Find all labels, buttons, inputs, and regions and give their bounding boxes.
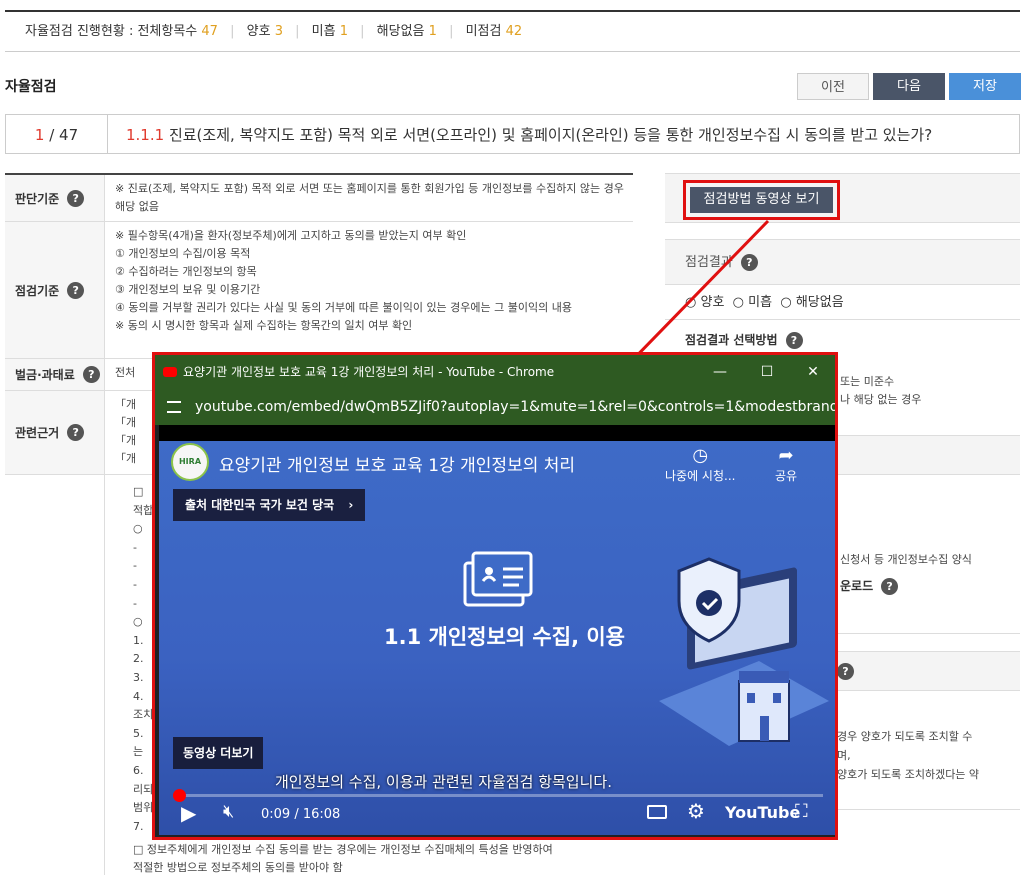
site-settings-icon[interactable] — [167, 401, 181, 413]
law-label: 관련근거 — [15, 426, 60, 440]
progress-status-bar: 자율점검 진행현황 : 전체항목수 47 | 양호 3 | 미흡 1 | 해당없… — [5, 12, 1020, 52]
bottom-line: 적절한 방법으로 정보주체의 동의를 받아야 함 — [133, 861, 343, 874]
total-count: 47 — [201, 24, 218, 39]
watch-later-button[interactable]: ◷ 나중에 시청... — [665, 445, 735, 484]
penalty-header: 벌금·과태료? — [5, 359, 105, 390]
check-line: ※ 동의 시 명시한 항목과 실제 수집하는 항목간의 일치 여부 확인 — [115, 319, 413, 332]
download-row[interactable]: 운로드? — [840, 577, 899, 595]
youtube-logo[interactable]: YouTube — [725, 803, 800, 822]
law-header: 관련근거? — [5, 391, 105, 474]
unchecked-count: 42 — [505, 24, 523, 39]
clock-icon: ◷ — [692, 445, 709, 466]
notice-line: 며, — [837, 749, 851, 762]
help-icon[interactable]: ? — [67, 424, 85, 441]
share-button[interactable]: ➦ 공유 — [775, 445, 797, 484]
question-total: / 47 — [49, 126, 79, 144]
url-text: youtube.com/embed/dwQmB5ZJif0?autoplay=1… — [195, 399, 835, 415]
source-badge[interactable]: 출처 대한민국 국가 보건 당국 › — [173, 489, 366, 521]
help-icon[interactable]: ? — [67, 281, 85, 299]
check-line: ※ 필수항목(4개)을 환자(정보주체)에게 고지하고 동의를 받았는지 여부 … — [115, 229, 467, 242]
method-line: 나 해당 없는 경우 — [840, 393, 922, 406]
penalty-label: 벌금·과태료 — [15, 368, 75, 382]
bad-label: 미흡 — [311, 24, 336, 39]
next-button[interactable]: 다음 — [873, 73, 945, 100]
video-caption: 개인정보의 수집, 이용과 관련된 자율점검 항목입니다. — [275, 773, 612, 791]
bottom-text: □ 정보주체에게 개인정보 수집 동의를 받는 경우에는 개인정보 수집매체의 … — [133, 841, 643, 877]
judge-text: ※ 진료(조제, 복약지도 포함) 목적 외로 서면 또는 홈페이지를 통한 회… — [115, 182, 624, 213]
watch-later-label: 나중에 시청... — [665, 469, 736, 483]
form-text: 신청서 등 개인정보수집 양식 — [840, 553, 972, 566]
video-player[interactable]: HIRA 요양기관 개인정보 보호 교육 1강 개인정보의 처리 ◷ 나중에 시… — [159, 441, 835, 835]
question-box: 1 / 47 1.1.1 진료(조제, 복약지도 포함) 목적 외로 서면(오프… — [5, 114, 1020, 154]
notice-line: 경우 양호가 되도록 조치할 수 — [837, 730, 973, 743]
unchecked-label: 미점검 — [465, 24, 502, 39]
check-line: ④ 동의를 거부할 권리가 있다는 사실 및 동의 거부에 따른 불이익이 있는… — [115, 301, 572, 314]
check-row: 점검기준? ※ 필수항목(4개)을 환자(정보주체)에게 고지하고 동의를 받았… — [5, 222, 633, 359]
judge-row: 판단기준? ※ 진료(조제, 복약지도 포함) 목적 외로 서면 또는 홈페이지… — [5, 175, 633, 222]
question-text: 진료(조제, 복약지도 포함) 목적 외로 서면(오프라인) 및 홈페이지(온라… — [168, 126, 933, 144]
source-label: 출처 대한민국 국가 보건 당국 — [185, 498, 335, 512]
video-title[interactable]: 요양기관 개인정보 보호 교육 1강 개인정보의 처리 — [219, 451, 575, 476]
judge-header: 판단기준? — [5, 175, 105, 221]
share-label: 공유 — [775, 469, 798, 483]
restore-icon[interactable]: ☐ — [752, 355, 782, 389]
save-button[interactable]: 저장 — [949, 73, 1021, 100]
judge-label: 판단기준 — [15, 191, 60, 206]
video-progress-bar[interactable] — [172, 789, 823, 802]
good-count: 3 — [274, 24, 283, 39]
question-counter: 1 / 47 — [6, 115, 108, 153]
guide-header — [5, 475, 105, 875]
share-icon: ➦ — [778, 445, 794, 466]
more-videos-button[interactable]: 동영상 더보기 — [173, 737, 264, 769]
good-label: 양호 — [246, 24, 271, 39]
bad-count: 1 — [339, 24, 348, 39]
mute-icon[interactable]: 🔇︎ — [223, 801, 234, 822]
check-text: ※ 필수항목(4개)을 환자(정보주체)에게 고지하고 동의를 받았는지 여부 … — [115, 227, 625, 335]
check-line: ① 개인정보의 수집/이용 목적 — [115, 247, 251, 260]
close-icon[interactable]: ✕ — [798, 355, 828, 389]
na-count: 1 — [428, 24, 437, 39]
download-label: 운로드 — [840, 579, 874, 593]
url-bar[interactable]: youtube.com/embed/dwQmB5ZJif0?autoplay=1… — [155, 389, 835, 425]
notice-text: 경우 양호가 되도록 조치할 수 며, 양호가 되도록 조치하겠다는 약 — [837, 727, 979, 784]
help-icon[interactable]: ? — [837, 663, 854, 680]
popup-window-title: 요양기관 개인정보 보호 교육 1강 개인정보의 처리 - YouTube - … — [183, 365, 555, 379]
prev-button[interactable]: 이전 — [797, 73, 869, 100]
fullscreen-icon[interactable]: ⛶ — [795, 801, 808, 822]
radio-na[interactable]: ○ 해당없음 — [780, 295, 843, 310]
help-icon[interactable]: ? — [82, 366, 100, 383]
help-icon[interactable]: ? — [67, 189, 85, 207]
help-icon[interactable]: ? — [785, 332, 803, 349]
chrome-popup-window: 요양기관 개인정보 보호 교육 1강 개인정보의 처리 - YouTube - … — [152, 352, 838, 840]
method-line: 또는 미준수 — [840, 375, 895, 388]
check-line: ③ 개인정보의 보유 및 이용기간 — [115, 283, 261, 296]
play-icon[interactable]: ▶ — [181, 801, 196, 825]
time-display: 0:09 / 16:08 — [261, 807, 341, 822]
youtube-icon — [163, 367, 177, 377]
channel-avatar[interactable]: HIRA — [171, 443, 209, 481]
help-icon[interactable]: ? — [881, 578, 899, 595]
check-label: 점검기준 — [15, 283, 60, 298]
na-label: 해당없음 — [376, 24, 425, 39]
bottom-line: □ 정보주체에게 개인정보 수집 동의를 받는 경우에는 개인정보 수집매체의 … — [133, 843, 553, 856]
subtitles-icon[interactable] — [647, 805, 667, 819]
notice-line: 양호가 되도록 조치하겠다는 약 — [837, 768, 980, 781]
question-text-wrap: 1.1.1 진료(조제, 복약지도 포함) 목적 외로 서면(오프라인) 및 홈… — [126, 115, 932, 155]
privacy-illustration — [659, 557, 829, 746]
watch-video-button[interactable]: 점검방법 동영상 보기 — [690, 187, 833, 213]
minimize-icon[interactable]: — — [705, 355, 735, 389]
radio-na-label: 해당없음 — [795, 295, 844, 310]
question-number: 1.1.1 — [126, 126, 165, 144]
section-title: 자율점검 — [5, 79, 57, 95]
progress-label: 자율점검 진행현황 : 전체항목수 — [25, 24, 198, 39]
chevron-right-icon: › — [348, 498, 354, 512]
document-icon — [463, 551, 533, 607]
video-button-highlight: 점검방법 동영상 보기 — [683, 180, 840, 220]
check-header: 점검기준? — [5, 222, 105, 358]
method-text: 또는 미준수 나 해당 없는 경우 — [840, 373, 921, 409]
current-question: 1 — [34, 126, 45, 144]
settings-icon[interactable]: ⚙ — [687, 799, 705, 823]
check-line: ② 수집하려는 개인정보의 항목 — [115, 265, 257, 278]
